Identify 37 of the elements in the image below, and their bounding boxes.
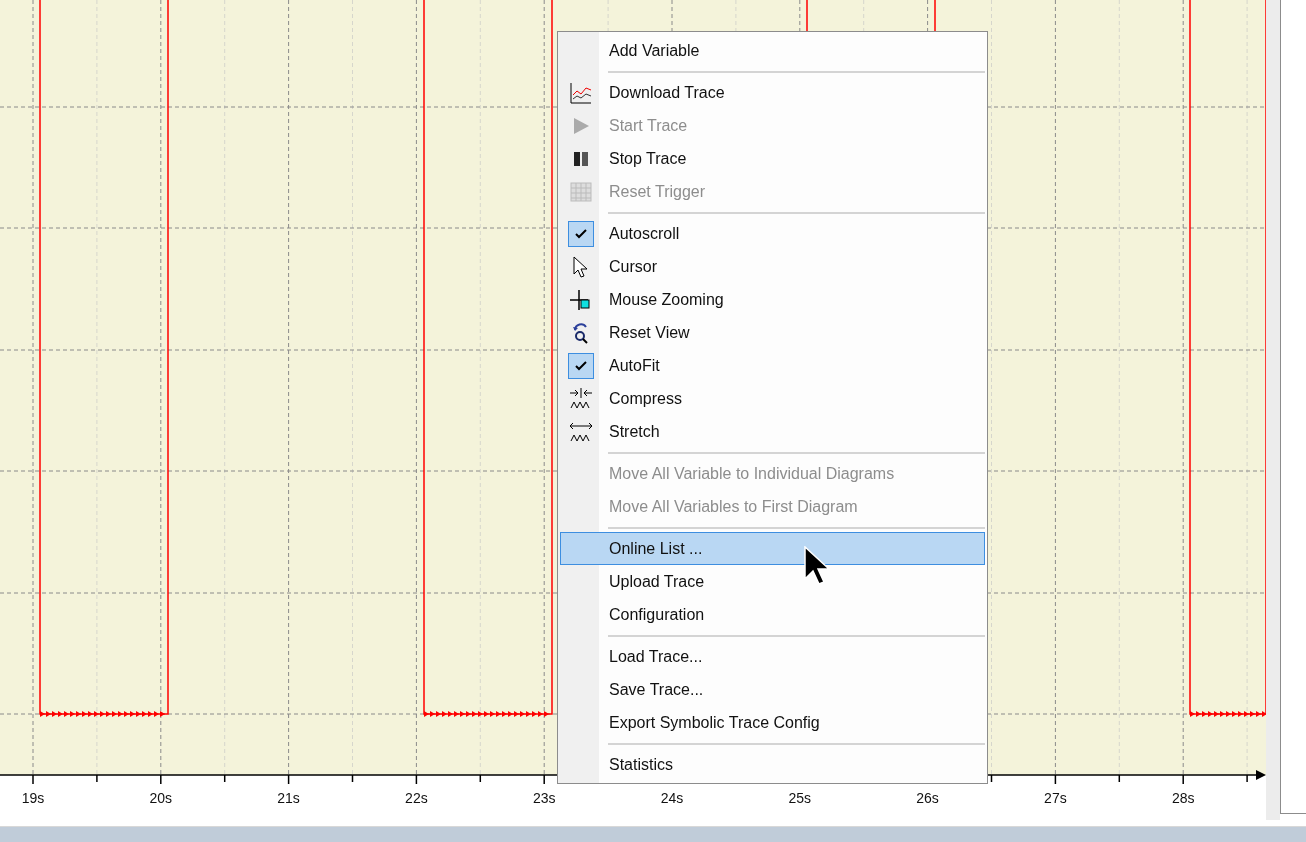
menu-item[interactable]: Mouse Zooming (560, 283, 985, 316)
checkbox-checked[interactable] (568, 352, 594, 379)
menu-item[interactable]: Cursor (560, 250, 985, 283)
menu-item[interactable]: Load Trace... (560, 640, 985, 673)
mouse-pointer-icon (804, 546, 830, 586)
menu-item[interactable]: Stretch (560, 415, 985, 448)
axis-label: 19s (21, 790, 45, 806)
grid-icon (569, 179, 593, 204)
scrollbar[interactable] (1266, 0, 1280, 820)
menu-item[interactable]: Export Symbolic Trace Config (560, 706, 985, 739)
menu-item[interactable]: Save Trace... (560, 673, 985, 706)
menu-item[interactable]: AutoFit (560, 349, 985, 382)
axis-label: 27s (1044, 790, 1067, 806)
axis-label: 25s (788, 790, 812, 806)
menu-item[interactable]: Online List ... (560, 532, 985, 565)
axis-label: 26s (916, 790, 939, 806)
menu-item[interactable]: Statistics (560, 748, 985, 781)
menu-item[interactable]: Reset View (560, 316, 985, 349)
checkbox-checked[interactable] (568, 220, 594, 247)
menu-item[interactable]: Download Trace (560, 76, 985, 109)
axis-label: 22s (405, 790, 428, 806)
crosshair-zoom-icon (569, 287, 593, 312)
check-icon (575, 360, 587, 371)
axis-label: 23s (532, 790, 556, 806)
check-icon (575, 228, 587, 239)
menu-item[interactable]: Autoscroll (560, 217, 985, 250)
chart-icon (569, 80, 593, 105)
compress-icon (569, 386, 593, 411)
menu-item[interactable]: Stop Trace (560, 142, 985, 175)
menu-item[interactable]: Upload Trace (560, 565, 985, 598)
menu-item[interactable]: Add Variable (560, 34, 985, 67)
axis-label: 28s (1171, 790, 1195, 806)
axis-label: 21s (277, 790, 300, 806)
axis-label: 20s (149, 790, 173, 806)
menu-item[interactable]: Configuration (560, 598, 985, 631)
menu-item[interactable]: Compress (560, 382, 985, 415)
axis-label: 24s (660, 790, 684, 806)
